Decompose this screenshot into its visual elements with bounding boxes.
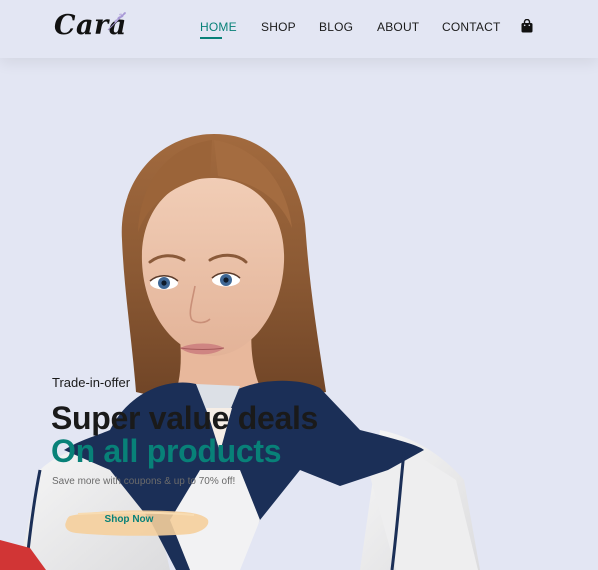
nav-blog-label: BLOG: [319, 20, 354, 34]
main-nav: HOME SHOP BLOG ABOUT CONTACT: [0, 0, 598, 58]
shop-now-button[interactable]: Shop Now: [64, 506, 210, 538]
site-header: Cara HOME SHOP BLOG ABOUT CONTACT: [0, 0, 598, 58]
nav-about-label: ABOUT: [377, 20, 420, 34]
hero-eyebrow: Trade-in-offer: [52, 375, 131, 390]
nav-home[interactable]: HOME: [200, 20, 237, 39]
hero-description: Save more with coupons & up to 70% off!: [52, 476, 236, 487]
hero-subheadline: On all products: [51, 433, 282, 469]
hero-copy: Trade-in-offer Super value deals On all …: [0, 58, 598, 570]
nav-blog[interactable]: BLOG: [319, 20, 353, 34]
hero-section: Trade-in-offer Super value deals On all …: [0, 58, 598, 570]
nav-about[interactable]: ABOUT: [377, 20, 419, 34]
nav-shop-label: SHOP: [261, 20, 296, 34]
nav-active-underline: [200, 37, 223, 39]
shop-now-label: Shop Now: [104, 514, 154, 525]
nav-contact-label: CONTACT: [442, 20, 501, 34]
nav-shop[interactable]: SHOP: [261, 20, 296, 34]
nav-contact[interactable]: CONTACT: [442, 20, 501, 34]
shopping-bag-icon[interactable]: [521, 19, 533, 33]
nav-home-label: HOME: [200, 20, 237, 34]
